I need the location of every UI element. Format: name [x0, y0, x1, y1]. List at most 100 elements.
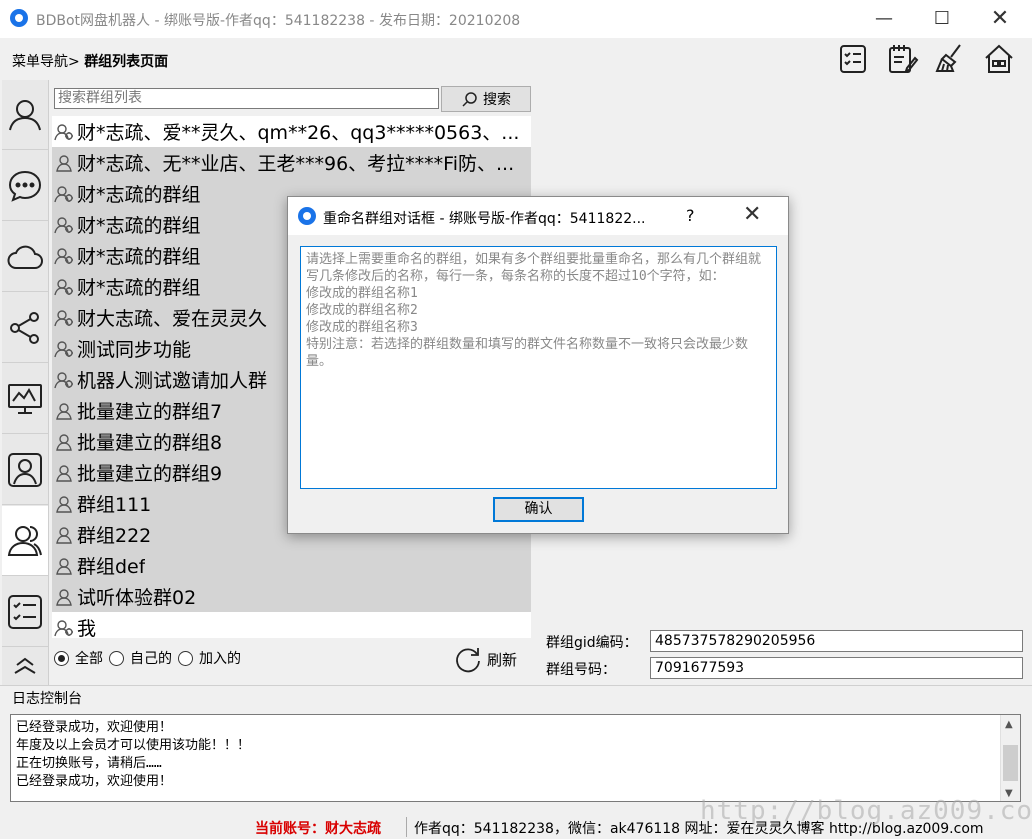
- breadcrumb: 菜单导航> 群组列表页面: [12, 51, 168, 71]
- log-line: 已经登录成功，欢迎使用！: [16, 720, 173, 735]
- nav-groups[interactable]: [2, 506, 48, 576]
- group-settings-icon: [54, 247, 73, 264]
- nav-contact[interactable]: [2, 435, 48, 505]
- group-icon: [56, 557, 72, 575]
- dialog-title: 重命名群组对话框 - 绑账号版-作者qq：5411822...: [323, 211, 646, 227]
- group-name: 财*志疏的群组: [77, 277, 201, 299]
- group-name: 机器人测试邀请加人群: [77, 370, 268, 392]
- dialog-logo-icon: [298, 207, 316, 225]
- group-list-item[interactable]: 财*志疏、无**业店、王老***96、考拉****Fi防、...: [52, 147, 531, 178]
- nav-share[interactable]: [2, 293, 48, 363]
- rename-group-dialog: 重命名群组对话框 - 绑账号版-作者qq：5411822... ? ✕ 请选择上…: [287, 196, 789, 534]
- group-name: 批量建立的群组8: [77, 432, 223, 454]
- filter-joined-radio[interactable]: [178, 650, 193, 666]
- search-icon: [462, 92, 477, 107]
- notepad-icon[interactable]: [885, 42, 919, 76]
- group-settings-icon: [54, 619, 73, 636]
- breadcrumb-root[interactable]: 菜单导航>: [12, 54, 80, 70]
- group-settings-icon: [54, 278, 73, 295]
- nav-monitor[interactable]: [2, 364, 48, 434]
- gid-field[interactable]: 485737578290205956: [650, 630, 1023, 652]
- nav-chat[interactable]: [2, 151, 48, 221]
- search-input[interactable]: 搜索群组列表: [54, 88, 439, 109]
- confirm-button[interactable]: 确认: [493, 497, 584, 522]
- group-number-label: 群组号码：: [546, 662, 616, 678]
- group-icon: [56, 495, 72, 513]
- group-icon: [56, 433, 72, 451]
- group-list-item[interactable]: 我: [52, 612, 531, 638]
- window-titlebar: BDBot网盘机器人 - 绑账号版-作者qq：541182238 - 发布日期：…: [0, 0, 1032, 38]
- contact-card-icon: [8, 452, 42, 487]
- group-name: 财*志疏、爱**灵久、qm**26、qq3*****0563、...: [77, 122, 520, 144]
- group-list-item[interactable]: 试听体验群02: [52, 581, 531, 612]
- refresh-button[interactable]: 刷新: [453, 644, 517, 674]
- nav-user[interactable]: [2, 80, 48, 150]
- filter-mine-radio[interactable]: [109, 650, 124, 666]
- dialog-titlebar: 重命名群组对话框 - 绑账号版-作者qq：5411822... ? ✕: [288, 197, 788, 235]
- close-button[interactable]: ✕: [980, 6, 1020, 32]
- left-sidebar: [2, 80, 49, 685]
- checklist-icon[interactable]: [836, 42, 870, 76]
- status-bar: 当前账号：财大志疏 作者qq：541182238，微信：ak476118 网址：…: [0, 814, 1032, 839]
- filter-mine-label[interactable]: 自己的: [130, 648, 172, 668]
- nav-more[interactable]: [2, 648, 48, 685]
- group-name: 我: [77, 618, 97, 638]
- chat-icon: [8, 170, 42, 202]
- log-title: 日志控制台: [12, 691, 82, 707]
- group-name: 财*志疏的群组: [77, 184, 201, 206]
- refresh-icon: [456, 648, 480, 673]
- robot-icon: [14, 657, 36, 674]
- share-icon: [10, 311, 39, 344]
- home-icon[interactable]: [982, 42, 1016, 76]
- group-name: 群组111: [77, 494, 152, 516]
- filter-all-label[interactable]: 全部: [75, 648, 103, 668]
- rename-textarea[interactable]: 请选择上需要重命名的群组，如果有多个群组要批量重命名，那么有几个群组就写几条修改…: [300, 246, 777, 489]
- group-name: 财*志疏的群组: [77, 246, 201, 268]
- search-button-label: 搜索: [483, 92, 511, 108]
- maximize-button[interactable]: ☐: [922, 6, 962, 32]
- log-console[interactable]: 已经登录成功，欢迎使用！ 年度及以上会员才可以使用该功能！！！ 正在切换账号，请…: [10, 714, 1021, 802]
- group-number-field[interactable]: 7091677593: [650, 657, 1023, 679]
- log-line: 年度及以上会员才可以使用该功能！！！: [16, 738, 251, 753]
- cloud-icon: [7, 245, 43, 269]
- help-button[interactable]: ?: [686, 206, 695, 225]
- scroll-thumb[interactable]: [1003, 745, 1018, 781]
- log-scrollbar[interactable]: ▲ ▼: [1000, 715, 1020, 801]
- scroll-down-icon[interactable]: ▼: [1005, 788, 1013, 799]
- nav-cloud[interactable]: [2, 222, 48, 292]
- group-name: 财大志疏、爱在灵灵久: [77, 308, 268, 330]
- scroll-up-icon[interactable]: ▲: [1005, 719, 1013, 730]
- gid-label: 群组gid编码：: [546, 635, 638, 651]
- group-name: 批量建立的群组9: [77, 463, 223, 485]
- page-title: 群组列表页面: [84, 54, 169, 70]
- group-list-item[interactable]: 财*志疏、爱**灵久、qm**26、qq3*****0563、...: [52, 116, 531, 147]
- group-name: 财*志疏的群组: [77, 215, 201, 237]
- nav-tasks[interactable]: [2, 577, 48, 647]
- group-settings-icon: [54, 371, 73, 388]
- group-name: 群组222: [77, 525, 152, 547]
- log-line: 正在切换账号，请稍后……: [16, 756, 162, 771]
- broom-icon[interactable]: [933, 42, 967, 76]
- group-settings-icon: [54, 309, 73, 326]
- monitor-chart-icon: [8, 383, 42, 414]
- group-settings-icon: [54, 123, 73, 140]
- group-icon: [56, 588, 72, 606]
- group-settings-icon: [54, 216, 73, 233]
- group-name: 批量建立的群组7: [77, 401, 223, 423]
- author-info: 作者qq：541182238，微信：ak476118 网址：爱在灵灵久博客 ht…: [414, 821, 984, 837]
- user-icon: [9, 99, 41, 130]
- dialog-close-button[interactable]: ✕: [743, 202, 761, 227]
- minimize-button[interactable]: —: [864, 6, 904, 32]
- group-icon: [56, 154, 72, 172]
- refresh-label: 刷新: [487, 650, 518, 669]
- group-settings-icon: [54, 340, 73, 357]
- app-logo-icon: [10, 9, 28, 27]
- group-list-item[interactable]: 群组def: [52, 550, 531, 581]
- group-icon: [56, 526, 72, 544]
- search-button[interactable]: 搜索: [441, 86, 531, 112]
- filter-all-radio[interactable]: [54, 650, 69, 666]
- filter-joined-label[interactable]: 加入的: [199, 648, 241, 668]
- status-divider: [406, 817, 407, 837]
- group-name: 试听体验群02: [77, 587, 197, 609]
- window-title: BDBot网盘机器人 - 绑账号版-作者qq：541182238 - 发布日期：…: [36, 13, 521, 29]
